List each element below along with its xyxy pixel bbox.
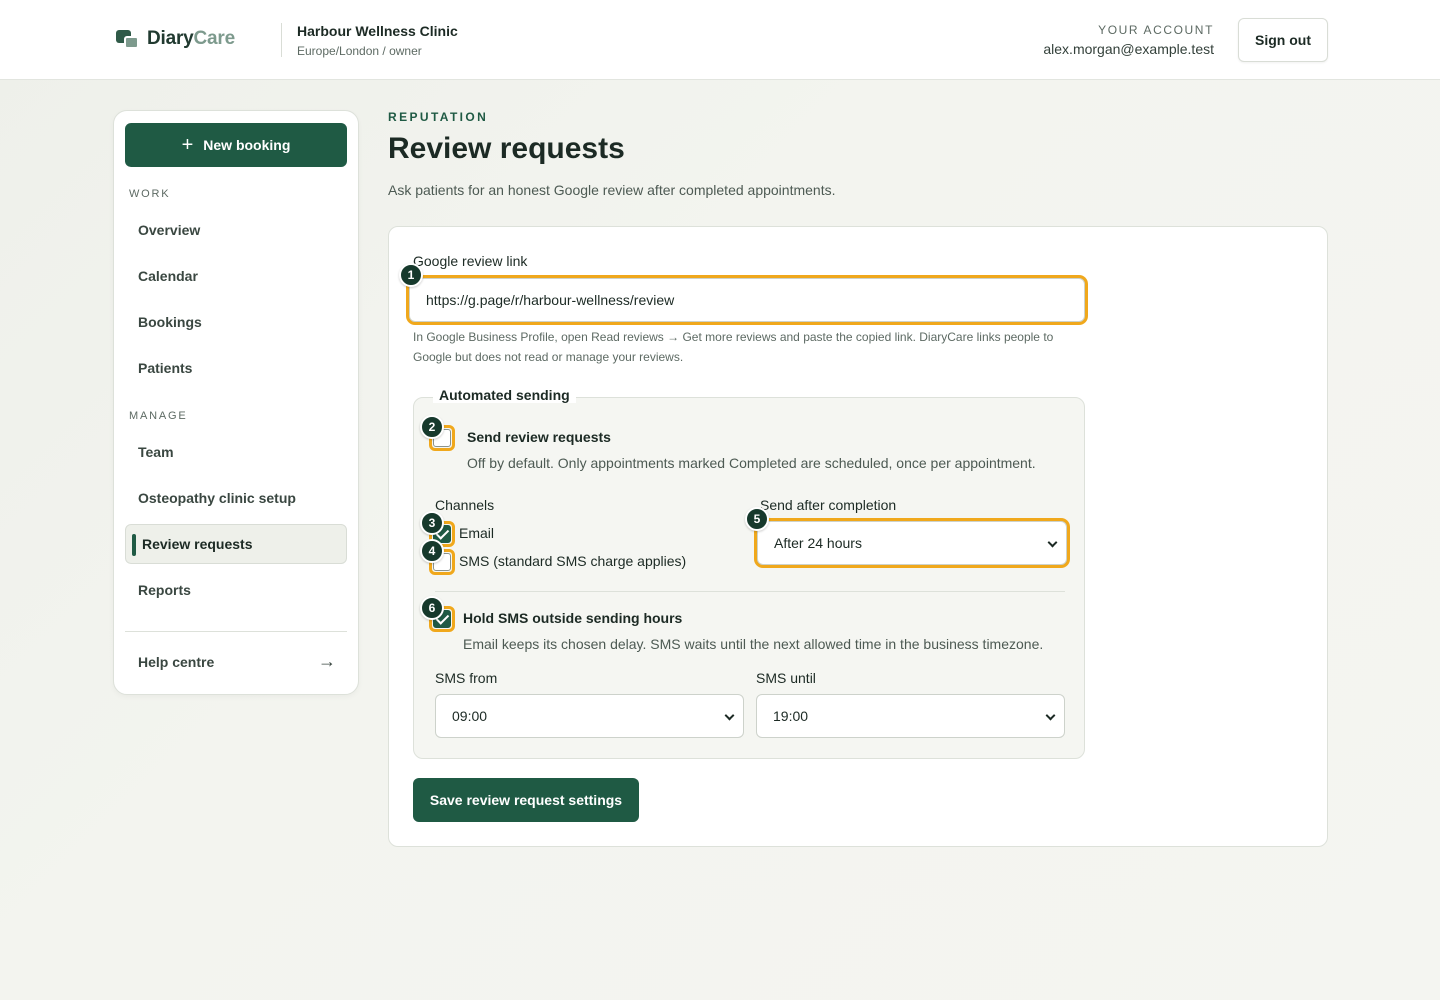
clinic-info: Harbour Wellness Clinic Europe/London / … [281, 23, 458, 58]
account-info: YOUR ACCOUNT alex.morgan@example.test [1043, 23, 1214, 57]
chevron-down-icon [1047, 537, 1058, 548]
sms-from-select[interactable]: 09:00 [435, 694, 744, 738]
google-review-link-label: Google review link [413, 253, 528, 269]
send-review-requests-title: Send review requests [467, 429, 611, 445]
sidebar-item-patients[interactable]: Patients [125, 348, 347, 388]
sidebar: + New booking WORK Overview Calendar Boo… [113, 110, 359, 695]
sidebar-item-osteopathy-setup[interactable]: Osteopathy clinic setup [125, 478, 347, 518]
sidebar-item-calendar[interactable]: Calendar [125, 256, 347, 296]
account-email: alex.morgan@example.test [1043, 41, 1214, 57]
brand-name-part2: Care [193, 28, 236, 49]
sms-label: SMS (standard SMS charge applies) [459, 553, 687, 569]
sidebar-divider [125, 631, 347, 632]
badge-4: 4 [420, 539, 444, 563]
google-review-link-input[interactable] [409, 278, 1085, 322]
arrow-right-icon: → [318, 651, 336, 671]
badge-3: 3 [420, 511, 444, 535]
send-after-completion-select[interactable]: After 24 hours [757, 521, 1067, 565]
automated-sending-legend: Automated sending [433, 387, 576, 403]
sidebar-item-team[interactable]: Team [125, 432, 347, 472]
sidebar-item-reports[interactable]: Reports [125, 570, 347, 610]
sign-out-button[interactable]: Sign out [1238, 18, 1328, 62]
send-after-completion-value: After 24 hours [774, 535, 862, 551]
plus-icon: + [181, 134, 194, 156]
brand-logo[interactable]: DiaryCare [116, 28, 235, 50]
sms-until-select[interactable]: 19:00 [756, 694, 1065, 738]
settings-card: Google review link 1 In Google Business … [388, 226, 1328, 847]
brand-name-part1: Diary [147, 28, 194, 49]
clinic-meta: Europe/London / owner [297, 44, 422, 58]
fieldset-divider [435, 591, 1065, 592]
diarycare-logo-icon [116, 28, 140, 50]
new-booking-button[interactable]: + New booking [125, 123, 347, 167]
hold-sms-desc: Email keeps its chosen delay. SMS waits … [463, 636, 1044, 652]
top-bar: DiaryCare Harbour Wellness Clinic Europe… [0, 0, 1440, 80]
page-eyebrow: REPUTATION [388, 110, 489, 124]
chevron-down-icon [724, 710, 735, 721]
send-review-requests-desc: Off by default. Only appointments marked… [467, 455, 1036, 471]
page-subtitle: Ask patients for an honest Google review… [388, 182, 836, 198]
channels-label: Channels [435, 497, 495, 513]
google-review-link-help: In Google Business Profile, open Read re… [413, 330, 1054, 364]
send-after-completion-label: Send after completion [760, 497, 897, 513]
help-centre-link[interactable]: Help centre → [138, 651, 336, 671]
sidebar-item-review-requests[interactable]: Review requests [125, 524, 347, 564]
badge-2: 2 [420, 415, 444, 439]
badge-1: 1 [399, 263, 423, 287]
sms-until-value: 19:00 [773, 708, 809, 724]
sidebar-item-bookings[interactable]: Bookings [125, 302, 347, 342]
help-centre-label: Help centre [138, 654, 215, 670]
chevron-down-icon [1045, 710, 1056, 721]
save-settings-button[interactable]: Save review request settings [413, 778, 639, 822]
account-label: YOUR ACCOUNT [1098, 23, 1214, 37]
hold-sms-title: Hold SMS outside sending hours [463, 610, 683, 626]
clinic-name: Harbour Wellness Clinic [297, 23, 458, 39]
new-booking-label: New booking [203, 137, 291, 153]
badge-6: 6 [420, 596, 444, 620]
section-label-manage: MANAGE [129, 410, 188, 422]
section-label-work: WORK [129, 188, 171, 200]
sms-from-label: SMS from [435, 670, 498, 686]
brand-name: DiaryCare [147, 28, 235, 50]
sms-until-label: SMS until [756, 670, 816, 686]
page-title: Review requests [388, 132, 625, 165]
email-label: Email [459, 525, 495, 541]
sms-from-value: 09:00 [452, 708, 488, 724]
sidebar-item-overview[interactable]: Overview [125, 210, 347, 250]
badge-5: 5 [745, 507, 769, 531]
